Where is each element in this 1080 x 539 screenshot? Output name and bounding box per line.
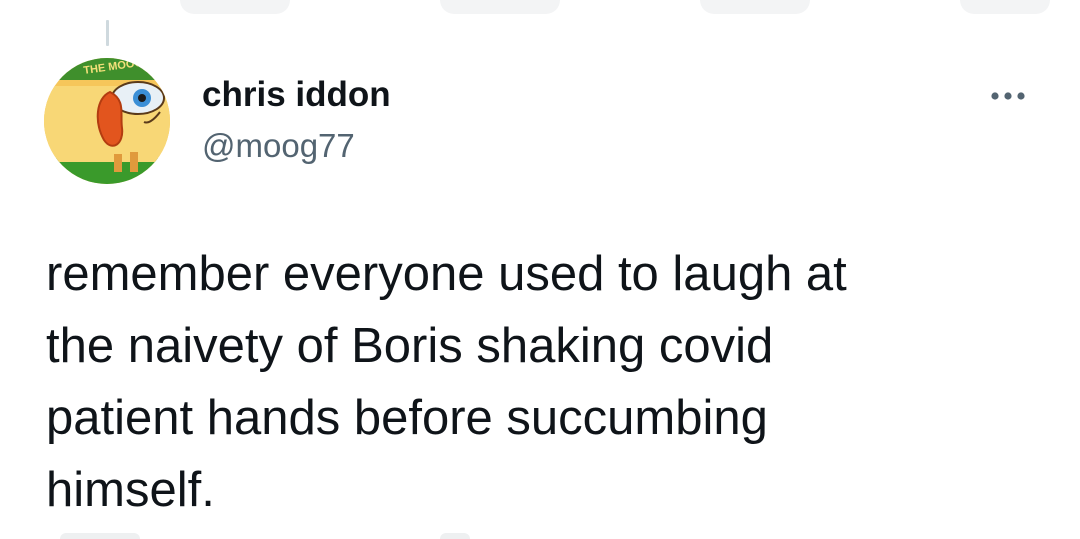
author-handle[interactable]: @moog77	[202, 126, 391, 166]
previous-tweet-action-bar	[960, 0, 1050, 14]
next-tweet-edge	[440, 533, 470, 539]
tweet-text: remember everyone used to laugh at the n…	[46, 238, 1046, 526]
next-tweet-edge	[60, 533, 140, 539]
tweet-text-line: the naivety of Boris shaking covid	[46, 319, 774, 373]
thread-connector-line	[106, 20, 109, 46]
previous-tweet-action-bar	[440, 0, 560, 14]
more-options-button[interactable]	[978, 74, 1038, 118]
tweet-text-line: remember everyone used to laugh at	[46, 247, 847, 301]
previous-tweet-action-bar	[180, 0, 290, 14]
avatar[interactable]: THE MOOG	[44, 58, 170, 184]
author-display-name[interactable]: chris iddon	[202, 74, 391, 116]
tweet-author[interactable]: chris iddon @moog77	[202, 74, 391, 166]
avatar-image: THE MOOG	[44, 58, 170, 184]
more-horizontal-icon	[991, 92, 1025, 100]
previous-tweet-action-bar	[700, 0, 810, 14]
tweet-text-line: himself.	[46, 463, 215, 517]
tweet-text-line: patient hands before succumbing	[46, 391, 768, 445]
